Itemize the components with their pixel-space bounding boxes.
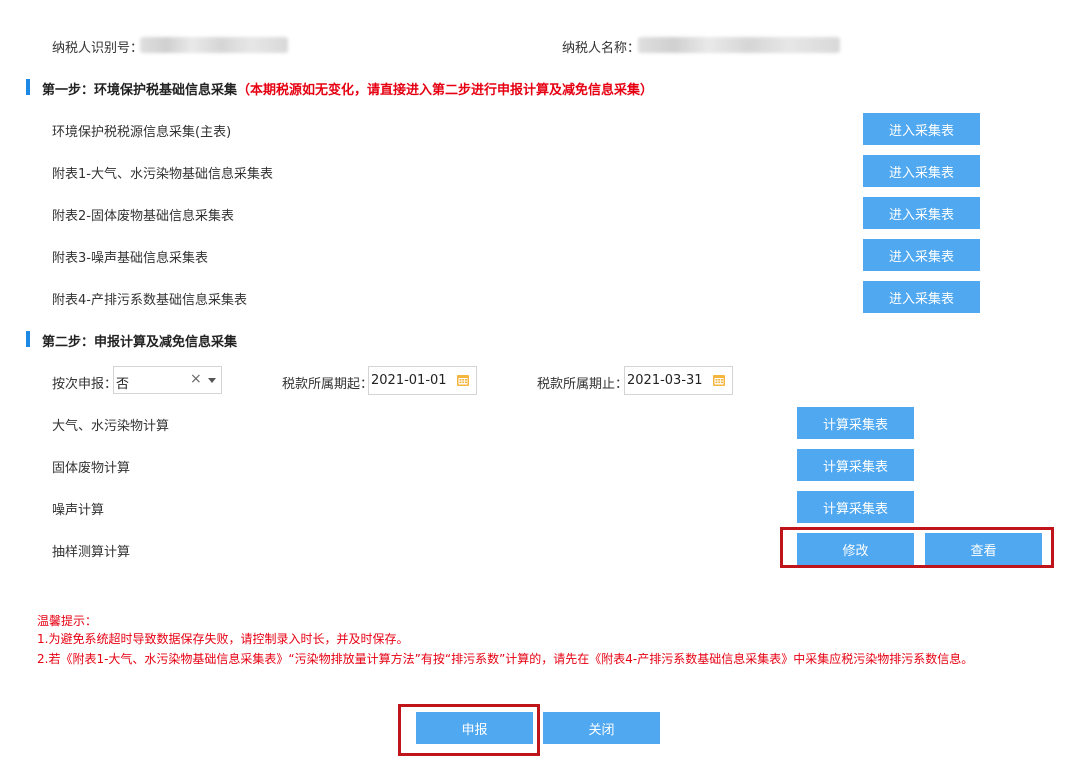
- taxpayer-id-value-redacted: [140, 37, 288, 53]
- tips-line2: 2.若《附表1-大气、水污染物基础信息采集表》“污染物排放量计算方法”有按“排污…: [37, 652, 974, 666]
- step1-row-annex2-label: 附表2-固体废物基础信息采集表: [52, 209, 234, 224]
- calendar-icon[interactable]: [712, 373, 726, 387]
- step2-title: 第二步：申报计算及减免信息采集: [42, 335, 238, 350]
- enter-annex3-form-button[interactable]: 进入采集表: [863, 239, 980, 271]
- step1-row-main-label: 环境保护税税源信息采集(主表): [52, 125, 232, 140]
- chevron-down-icon[interactable]: [208, 378, 216, 383]
- air-water-calc-button[interactable]: 计算采集表: [797, 407, 914, 439]
- taxpayer-id-label: 纳税人识别号：: [52, 41, 144, 56]
- step1-note: （本期税源如无变化，请直接进入第二步进行申报计算及减免信息采集）: [237, 83, 654, 98]
- solid-waste-calc-label: 固体废物计算: [52, 461, 131, 476]
- enter-annex2-form-button[interactable]: 进入采集表: [863, 197, 980, 229]
- enter-annex1-form-button[interactable]: 进入采集表: [863, 155, 980, 187]
- enter-annex4-form-button[interactable]: 进入采集表: [863, 281, 980, 313]
- period-end-input[interactable]: 2021-03-31: [624, 366, 733, 395]
- step1-row-annex1-label: 附表1-大气、水污染物基础信息采集表: [52, 167, 273, 182]
- step1-heading: 第一步：环境保护税基础信息采集（本期税源如无变化，请直接进入第二步进行申报计算及…: [42, 79, 653, 98]
- period-end-label: 税款所属期止：: [537, 377, 629, 392]
- period-end-value: 2021-03-31: [627, 373, 703, 388]
- period-start-value: 2021-01-01: [371, 373, 447, 388]
- taxpayer-name-value-redacted: [638, 37, 840, 53]
- solid-waste-calc-button[interactable]: 计算采集表: [797, 449, 914, 481]
- step1-row-annex3-label: 附表3-噪声基础信息采集表: [52, 251, 208, 266]
- step1-marker: [26, 79, 30, 95]
- taxpayer-name-label: 纳税人名称：: [562, 41, 641, 56]
- close-button[interactable]: 关闭: [543, 712, 660, 744]
- tips-line1: 1.为避免系统超时导致数据保存失败，请控制录入时长，并及时保存。: [37, 632, 409, 646]
- air-water-calc-label: 大气、水污染物计算: [52, 419, 170, 434]
- tips-title: 温馨提示：: [37, 614, 98, 628]
- highlight-box-sampling: [780, 527, 1054, 568]
- noise-calc-label: 噪声计算: [52, 503, 105, 518]
- per-time-label: 按次申报：: [52, 377, 118, 392]
- per-time-select[interactable]: 否 ×: [113, 366, 222, 394]
- step2-marker: [26, 331, 30, 347]
- period-start-input[interactable]: 2021-01-01: [368, 366, 477, 395]
- step1-title: 第一步：环境保护税基础信息采集: [42, 83, 238, 98]
- enter-main-form-button[interactable]: 进入采集表: [863, 113, 980, 145]
- sampling-calc-label: 抽样测算计算: [52, 545, 131, 560]
- noise-calc-button[interactable]: 计算采集表: [797, 491, 914, 523]
- period-start-label: 税款所属期起：: [282, 377, 374, 392]
- clear-icon[interactable]: ×: [190, 371, 202, 387]
- per-time-value: 否: [116, 377, 130, 392]
- step1-row-annex4-label: 附表4-产排污系数基础信息采集表: [52, 293, 247, 308]
- calendar-icon[interactable]: [456, 373, 470, 387]
- highlight-box-submit: [398, 704, 540, 756]
